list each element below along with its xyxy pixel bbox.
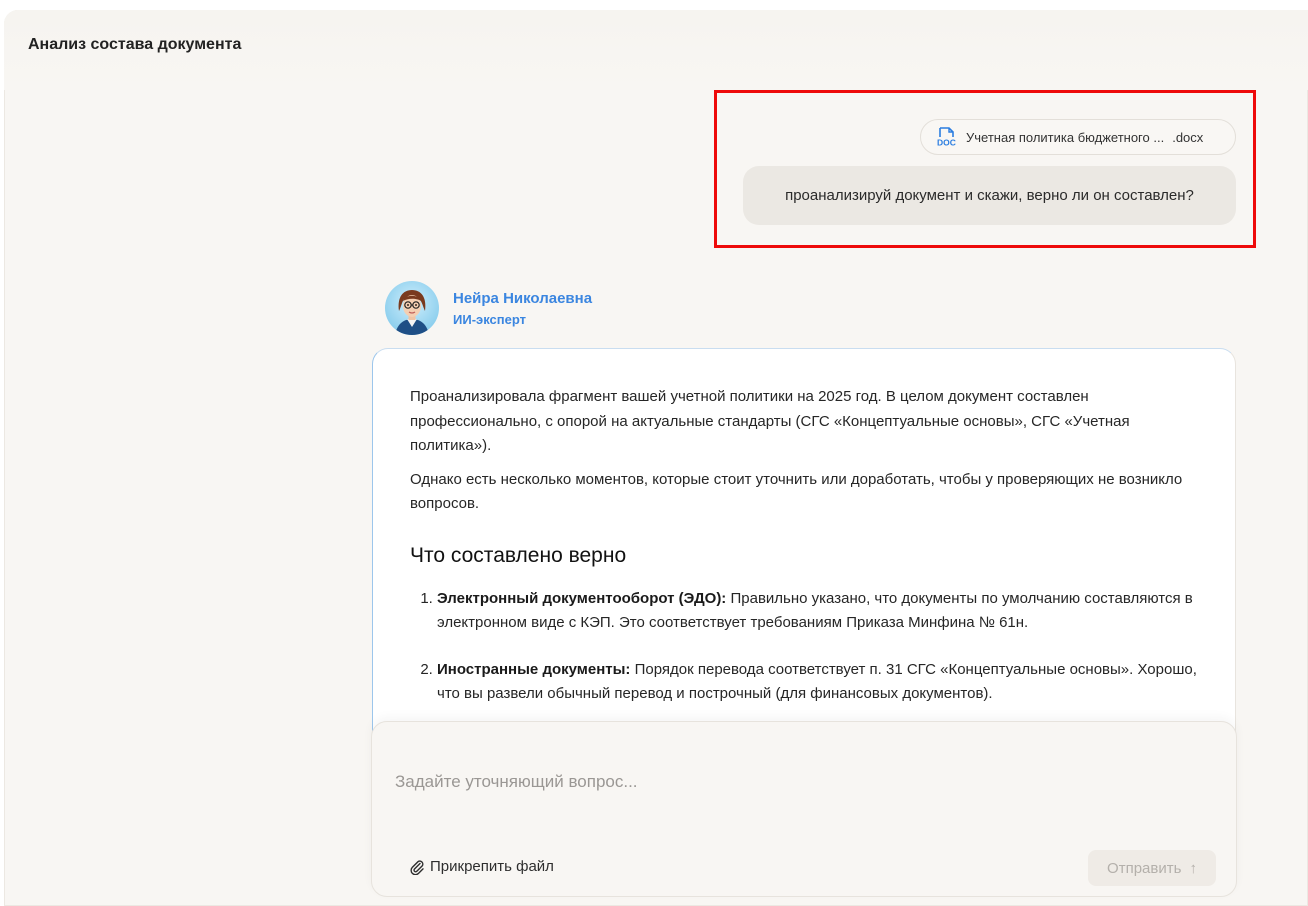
docx-file-icon: DOC [937,127,956,148]
answer-paragraph: Однако есть несколько моментов, которые … [410,470,1183,513]
user-message-text: проанализируй документ и скажи, верно ли… [785,187,1194,204]
question-input[interactable]: Задайте уточняющий вопрос... [395,772,638,792]
arrow-up-icon: ↑ [1189,859,1197,877]
attachment-name: Учетная политика бюджетного ... [966,129,1165,145]
assistant-header: Нейра Николаевна ИИ-эксперт [385,281,592,335]
attachment-extension: .docx [1172,129,1204,145]
svg-text:DOC: DOC [937,138,956,148]
assistant-role: ИИ-эксперт [453,311,526,327]
answer-heading: Что составлено верно [410,543,627,567]
answer-paragraph: Проанализировала фрагмент вашей учетной … [410,388,1130,454]
answer-list: Электронный документооборот (ЭДО): Прави… [410,587,1198,707]
attach-file-label: Прикрепить файл [430,858,554,875]
list-item: Электронный документооборот (ЭДО): Прави… [437,587,1198,636]
list-item: Иностранные документы: Порядок перевода … [437,658,1198,707]
send-label: Отправить [1107,859,1182,877]
chat-window: Анализ состава документа DOC Учетная пол… [4,10,1308,906]
header: Анализ состава документа [4,10,1308,90]
paperclip-icon [410,859,424,875]
assistant-info: Нейра Николаевна ИИ-эксперт [453,290,592,327]
message-composer: Задайте уточняющий вопрос... Прикрепить … [371,721,1237,897]
assistant-name: Нейра Николаевна [453,289,593,307]
attach-file-button[interactable]: Прикрепить файл [409,858,554,875]
assistant-answer-card: Проанализировала фрагмент вашей учетной … [372,348,1236,768]
attachment-chip[interactable]: DOC Учетная политика бюджетного ... .doc… [920,119,1236,155]
assistant-avatar-icon [395,290,429,335]
avatar [385,281,439,335]
page-title: Анализ состава документа [28,36,242,53]
send-button[interactable]: Отправить ↑ [1088,850,1216,886]
user-message-bubble: проанализируй документ и скажи, верно ли… [743,166,1236,225]
list-item-title: Электронный документооборот (ЭДО): [437,589,727,607]
list-item-title: Иностранные документы: [437,660,631,678]
